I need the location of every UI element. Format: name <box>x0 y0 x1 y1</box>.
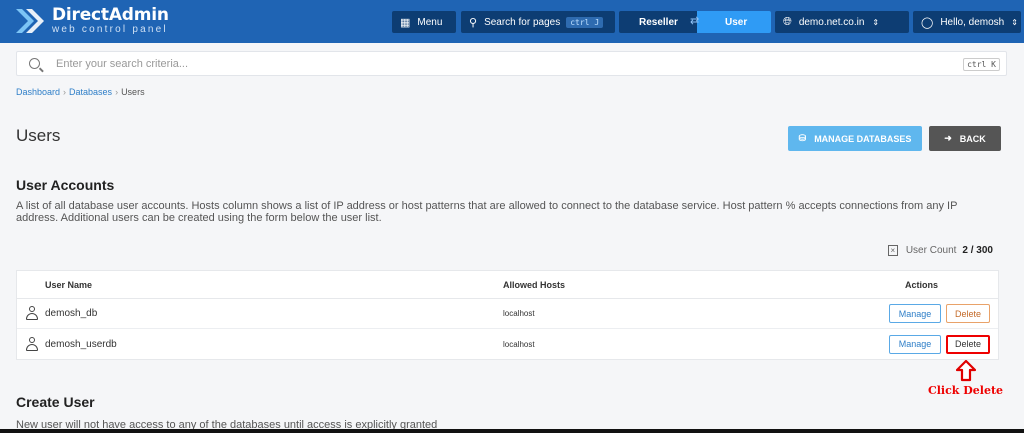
logo-chevron-icon <box>16 9 44 33</box>
page-title: Users <box>16 126 61 145</box>
breadcrumb-databases[interactable]: Databases <box>69 87 112 97</box>
breadcrumb-users: Users <box>121 87 145 97</box>
user-circle-icon: ◯ <box>921 16 934 29</box>
search-icon <box>29 58 40 69</box>
domain-select[interactable]: 🌐︎ demo.net.co.in ⇕ <box>775 11 909 33</box>
database-icon: ⛁ <box>798 133 807 143</box>
section-title-create: Create User <box>16 394 95 410</box>
search-bar[interactable]: ctrl K <box>16 51 1007 76</box>
search-input[interactable] <box>56 57 936 70</box>
breadcrumb-separator: › <box>115 87 119 97</box>
manage-button[interactable]: Manage <box>889 304 941 323</box>
user-name-cell: demosh_userdb <box>45 338 117 350</box>
swap-arrows-icon: ⇄ <box>690 15 700 27</box>
menu-button[interactable]: ▦ Menu <box>392 11 456 33</box>
search-shortcut-badge: ctrl K <box>963 58 1000 71</box>
table-row: demosh_db localhost Manage Delete <box>17 299 998 329</box>
user-count-label: User Count <box>905 245 957 256</box>
page-search-button[interactable]: ⚲ Search for pages ctrl J <box>461 11 615 33</box>
annotation-note: Click Delete <box>928 384 1004 397</box>
logo[interactable]: DirectAdmin web control panel <box>12 5 169 37</box>
allowed-hosts-cell: localhost <box>503 339 535 349</box>
breadcrumb: Dashboard › Databases › Users <box>16 87 145 97</box>
section-title-accounts: User Accounts <box>16 177 115 193</box>
user-count: × User Count 2 / 300 <box>887 245 993 256</box>
back-label: BACK <box>959 133 986 144</box>
manage-button[interactable]: Manage <box>889 334 941 354</box>
user-icon <box>26 306 38 321</box>
header-actions: Actions <box>905 279 939 290</box>
header-user-name[interactable]: User Name <box>45 280 503 290</box>
table-header: User Name Allowed Hosts Actions <box>17 271 998 299</box>
search-icon: ⚲ <box>469 16 478 29</box>
chevron-updown-icon: ⇕ <box>1011 17 1018 27</box>
page-search-label: Search for pages <box>484 16 561 28</box>
top-bar: DirectAdmin web control panel ▦ Menu ⚲ S… <box>0 0 1024 43</box>
brand-title: DirectAdmin <box>52 5 169 25</box>
delete-button-highlighted[interactable]: Delete <box>946 334 990 354</box>
allowed-hosts-cell: localhost <box>503 309 535 318</box>
brand-subtitle: web control panel <box>52 24 168 35</box>
reseller-toggle-option[interactable]: Reseller <box>619 11 697 33</box>
shortcut-badge: ctrl J <box>566 16 604 28</box>
delete-button[interactable]: Delete <box>946 304 990 323</box>
user-menu[interactable]: ◯ Hello, demosh ⇕ <box>913 11 1021 33</box>
accounts-description: A list of all database user accounts. Ho… <box>16 200 958 224</box>
breadcrumb-separator: › <box>63 87 67 97</box>
globe-icon: 🌐︎ <box>783 15 792 28</box>
bottom-edge <box>0 429 1024 433</box>
user-icon <box>26 336 38 352</box>
hello-label: Hello, demosh <box>940 16 1005 28</box>
chevron-updown-icon: ⇕ <box>872 17 880 27</box>
users-table: User Name Allowed Hosts Actions demosh_d… <box>16 270 999 360</box>
menu-label: Menu <box>417 16 443 28</box>
user-toggle-option[interactable]: User <box>697 11 771 33</box>
table-row: demosh_userdb localhost Manage Delete <box>17 329 998 359</box>
back-button[interactable]: ➜ BACK <box>929 126 1001 151</box>
document-icon: × <box>887 245 898 256</box>
user-name-cell: demosh_db <box>45 308 98 319</box>
grid-icon: ▦ <box>400 16 411 29</box>
annotation-arrow-up-icon <box>956 360 976 382</box>
manage-databases-button[interactable]: ⛁ MANAGE DATABASES <box>788 126 922 151</box>
user-count-value: 2 / 300 <box>962 245 993 256</box>
header-allowed-hosts[interactable]: Allowed Hosts <box>503 280 873 290</box>
breadcrumb-dashboard[interactable]: Dashboard <box>16 87 60 97</box>
manage-databases-label: MANAGE DATABASES <box>814 133 912 144</box>
domain-label: demo.net.co.in <box>798 16 865 28</box>
arrow-right-icon: ➜ <box>944 133 952 143</box>
